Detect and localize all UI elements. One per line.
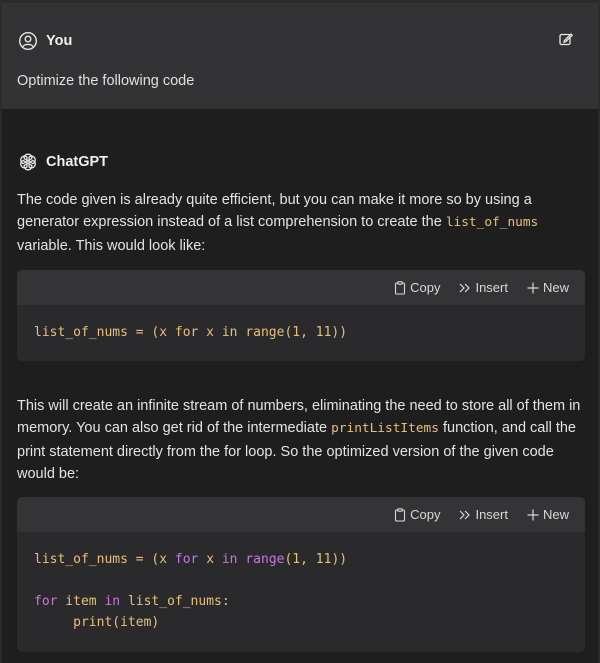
copy-button[interactable]: Copy (393, 507, 440, 522)
code-token: (1, 11)) (284, 552, 348, 567)
insert-label: Insert (475, 507, 508, 522)
code-toolbar: Copy Insert New (17, 497, 585, 532)
inline-code: list_of_nums (445, 215, 539, 231)
code-keyword: for (174, 552, 199, 567)
user-avatar-icon (18, 31, 38, 51)
code-keyword: in (221, 552, 238, 567)
insert-label: Insert (475, 280, 508, 295)
copy-label: Copy (410, 280, 441, 295)
user-author-name: You (46, 33, 73, 49)
code-keyword: in (104, 594, 121, 609)
code-token: list_of_nums = (x (34, 552, 175, 567)
code-line-3: print(item) (34, 615, 160, 630)
code-line: list_of_nums = (x for x in range(1, 11)) (34, 325, 348, 340)
user-header: You (18, 31, 72, 51)
code-token: list_of_nums: (120, 594, 230, 609)
window-frame-left (0, 0, 2, 663)
code-toolbar: Copy Insert New (17, 270, 585, 305)
code-line-1: list_of_nums = (x for x in range(1, 11)) (34, 549, 568, 570)
insert-button[interactable]: Insert (458, 280, 508, 295)
double-chevron-right-icon (460, 283, 471, 292)
new-button[interactable]: New (526, 280, 569, 295)
assistant-header: ChatGPT (18, 152, 108, 172)
assistant-message: ChatGPT The code given is already quite … (2, 109, 598, 663)
copy-label: Copy (410, 507, 441, 522)
plus-icon (527, 282, 539, 293)
inline-code: printListItems (331, 421, 439, 437)
clipboard-icon (395, 280, 406, 295)
code-token: x (198, 552, 222, 567)
code-block-2: Copy Insert New list_of_nums = (x for x … (17, 497, 585, 652)
plus-icon (527, 509, 539, 520)
new-label: New (542, 507, 569, 522)
code-token: item (57, 594, 105, 609)
insert-button[interactable]: Insert (458, 507, 508, 522)
chatgpt-logo-icon (20, 153, 36, 171)
double-chevron-right-icon (460, 510, 471, 519)
code-content: list_of_nums = (x for x in range(1, 11))… (17, 532, 585, 650)
clipboard-icon (395, 507, 406, 522)
assistant-paragraph-1: The code given is already quite efficien… (17, 189, 583, 257)
copy-button[interactable]: Copy (393, 280, 440, 295)
code-block-1: Copy Insert New list_of_nums = (x for x … (17, 270, 585, 361)
user-message: You Optimize the following code (2, 3, 598, 109)
new-button[interactable]: New (526, 507, 569, 522)
assistant-paragraph-2: This will create an infinite stream of n… (17, 395, 583, 485)
paragraph-text: variable. This would look like: (17, 237, 206, 254)
user-message-text: Optimize the following code (17, 73, 195, 89)
code-content: list_of_nums = (x for x in range(1, 11)) (17, 305, 585, 360)
code-keyword: range (245, 552, 285, 567)
new-label: New (542, 280, 569, 295)
edit-icon[interactable] (558, 31, 574, 47)
code-keyword: for (34, 594, 58, 609)
code-line-2: for item in list_of_nums: (34, 591, 568, 612)
assistant-author-name: ChatGPT (46, 154, 109, 170)
